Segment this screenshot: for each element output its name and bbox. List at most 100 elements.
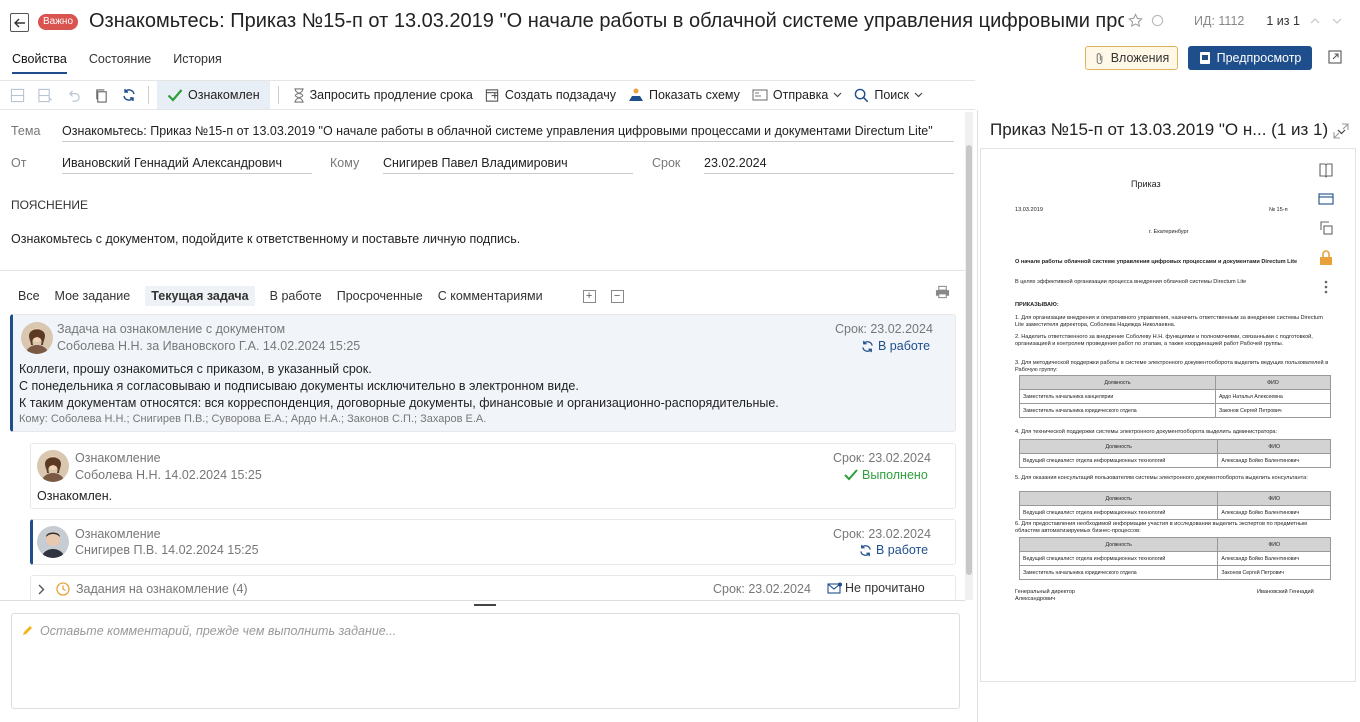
attachments-label: Вложения [1110,51,1170,65]
doc-paragraph: 5. Для оказания консультаций пользовател… [1015,475,1308,481]
group-due: Срок: 23.02.2024 [713,582,811,596]
assignment-card[interactable]: Ознакомление Соболева Н.Н. 14.02.2024 15… [30,443,956,509]
due-field[interactable]: 23.02.2024 [704,156,954,174]
more-vertical-icon[interactable] [1324,280,1328,294]
preview-title-text: Приказ №15-п от 13.03.2019 "О н... (1 из… [990,120,1329,139]
splitter-handle[interactable] [474,604,496,606]
extend-deadline-label: Запросить продление срока [309,88,473,102]
assignment-status: Выполнено [844,468,928,482]
copy-icon[interactable] [1318,220,1334,236]
card-tabs: Свойства Состояние История [12,52,222,74]
preview-title: Приказ №15-п от 13.03.2019 "О н... (1 из… [990,120,1346,140]
filter-all[interactable]: Все [18,289,40,303]
doc-table-cell: Ведущий специалист отдела информационных… [1018,453,1219,468]
expand-all-button[interactable]: + [582,289,596,303]
open-external-button[interactable] [1328,50,1342,67]
splitter-line [0,600,965,601]
book-icon[interactable] [1318,162,1334,178]
avatar-man-icon [37,526,69,558]
comment-placeholder: Оставьте комментарий, прежде чем выполни… [40,624,397,638]
task-main-card[interactable]: Задача на ознакомление с документом Собо… [10,314,956,432]
task-status-label: В работе [878,339,931,353]
save-button[interactable] [6,84,28,106]
extend-deadline-button[interactable]: Запросить продление срока [287,81,479,109]
acknowledged-label: Ознакомлен [188,88,260,102]
lock-icon[interactable] [1319,250,1333,266]
to-field[interactable]: Снигирев Павел Владимирович [383,156,633,174]
scrollbar-thumb[interactable] [966,145,972,575]
tab-state[interactable]: Состояние [89,52,151,74]
chevron-down-icon[interactable] [1330,14,1344,28]
refresh-button[interactable] [118,84,140,106]
back-button[interactable] [10,13,29,32]
acknowledged-button[interactable]: Ознакомлен [157,81,270,109]
due-label: Срок [652,156,681,170]
copy-button[interactable] [90,84,112,106]
subject-field[interactable]: Ознакомьтесь: Приказ №15-п от 13.03.2019… [62,124,954,142]
scheme-icon [628,88,643,101]
task-body-line: К таким документам относятся: вся коррес… [19,396,779,410]
expand-preview-icon[interactable] [1332,122,1350,140]
doc-paragraph: 1. Для организации внедрения и оперативн… [1015,315,1323,329]
undo-icon [68,89,80,102]
assignment-body: Ознакомлен. [37,489,113,503]
document-page[interactable]: Приказ 13.03.2019 № 15-п г. Екатеринбург… [980,148,1356,682]
search-menu-button[interactable]: Поиск [848,81,929,109]
group-status: Не прочитано [827,581,925,595]
filter-my-task[interactable]: Мое задание [55,289,131,303]
doc-table: Должность ФИО Заместитель начальника канц… [1019,375,1332,418]
doc-table-cell: Ардо Наталья Алексеевна [1214,389,1332,404]
filter-with-comments[interactable]: С комментариями [438,289,543,303]
assignment-author: Соболева Н.Н. 14.02.2024 15:25 [75,468,262,482]
star-icon[interactable] [1128,13,1143,28]
doc-table-cell: Александр Бойко Валентинович [1217,505,1331,520]
search-icon [855,88,869,102]
create-subtask-button[interactable]: Создать подзадачу [479,81,622,109]
print-button[interactable] [935,285,950,302]
assignments-group-row[interactable]: Задания на ознакомление (4) Срок: 23.02.… [30,575,956,601]
paperclip-icon [1096,52,1103,64]
note-text: Ознакомьтесь с документом, подойдите к о… [11,232,521,246]
avatar-woman-icon [21,322,53,354]
comment-input[interactable]: Оставьте комментарий, прежде чем выполни… [11,613,960,709]
preview-side-toolbar [1318,162,1334,294]
save-close-button[interactable] [34,84,56,106]
doc-sign-position: Генеральный директор Александрович [1015,589,1075,603]
filter-current-task[interactable]: Текущая задача [145,286,255,306]
doc-paragraph: 6. Для предоставления необходимой информ… [1015,521,1307,535]
show-scheme-button[interactable]: Показать схему [622,81,746,109]
from-field[interactable]: Ивановский Геннадий Александрович [62,156,312,174]
doc-date: 13.03.2019 [1015,207,1043,213]
check-icon [844,469,858,481]
chevron-right-icon[interactable] [38,584,45,595]
envelope-icon [752,89,768,101]
collapse-all-button[interactable]: − [610,289,624,303]
pencil-icon [23,626,32,635]
doc-paragraph: 4. Для технической поддержки системы эле… [1015,429,1278,435]
refresh-icon [123,89,135,101]
doc-subject: О начале работы облачной системе управле… [1015,259,1298,265]
doc-heading: Приказ [1131,179,1161,189]
doc-sign-name: Ивановский Геннадий [1257,589,1314,595]
doc-paragraph: 2. Наделить ответственного за внедрение … [1015,334,1313,348]
doc-table-header: Должность [1018,491,1219,506]
tab-properties[interactable]: Свойства [12,52,67,74]
thread-filters: Все Мое задание Текущая задача В работе … [18,286,624,306]
preview-button[interactable]: Предпросмотр [1188,46,1312,70]
filter-overdue[interactable]: Просроченные [337,289,423,303]
card-icon[interactable] [1318,192,1334,206]
task-author: Соболева Н.Н. за Ивановского Г.А. 14.02.… [57,339,361,353]
unread-envelope-icon [827,582,842,594]
send-menu-button[interactable]: Отправка [746,81,848,109]
group-title: Задания на ознакомление (4) [76,582,248,596]
attachments-button[interactable]: Вложения [1085,46,1178,70]
undo-button[interactable] [62,84,84,106]
chevron-up-icon[interactable] [1308,14,1322,28]
assignment-card[interactable]: Ознакомление Снигирев П.В. 14.02.2024 15… [30,519,956,565]
tab-history[interactable]: История [173,52,221,74]
doc-table-cell: Заместитель начальника юридического отде… [1019,403,1216,418]
doc-number: № 15-п [1269,207,1288,213]
circle-icon[interactable] [1151,14,1164,27]
toolbar: Ознакомлен Запросить продление срока Соз… [0,80,975,110]
filter-in-work[interactable]: В работе [270,289,322,303]
